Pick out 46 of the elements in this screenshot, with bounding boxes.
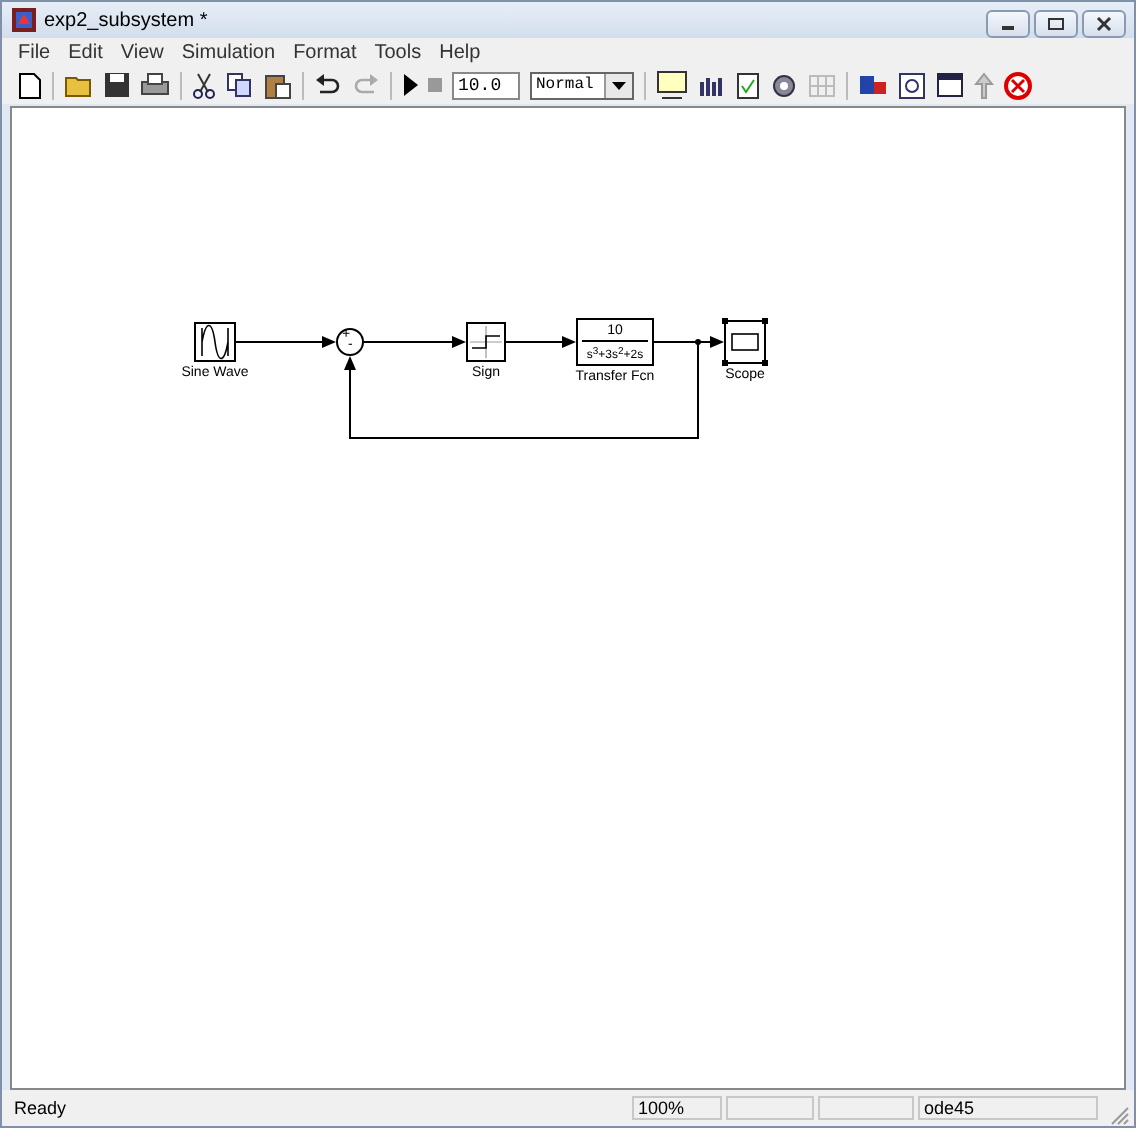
magnifier-icon[interactable] bbox=[898, 71, 926, 99]
menu-item[interactable]: View bbox=[120, 41, 164, 63]
scope-screen-icon bbox=[730, 330, 760, 354]
menu-item[interactable]: Tools bbox=[374, 41, 422, 63]
undo-icon[interactable] bbox=[314, 73, 342, 97]
menu-item[interactable]: Simulation bbox=[181, 41, 276, 63]
status-message: Ready bbox=[12, 1098, 69, 1118]
signal-arrow bbox=[505, 336, 576, 348]
status-field bbox=[726, 1096, 814, 1120]
signal-arrow bbox=[235, 336, 336, 348]
new-file-icon[interactable] bbox=[18, 71, 42, 99]
minimize-button[interactable] bbox=[986, 10, 1030, 38]
zoom-level: 100% bbox=[632, 1096, 722, 1120]
menu-item[interactable]: File bbox=[18, 41, 51, 63]
signal-arrow bbox=[363, 336, 466, 348]
maximize-icon bbox=[1048, 16, 1064, 32]
simulation-mode-dropdown[interactable]: Normal bbox=[530, 71, 634, 99]
sign-block[interactable] bbox=[466, 322, 506, 362]
save-icon[interactable] bbox=[104, 72, 130, 98]
play-icon[interactable] bbox=[402, 74, 418, 96]
close-icon bbox=[1096, 16, 1112, 32]
signal-arrow bbox=[653, 336, 724, 348]
folder-icon[interactable] bbox=[64, 72, 94, 98]
menu-item[interactable]: Edit bbox=[68, 41, 103, 63]
scope-block[interactable] bbox=[724, 320, 766, 364]
copy-icon[interactable] bbox=[226, 72, 254, 98]
menu-item[interactable]: Help bbox=[439, 41, 481, 63]
sine-wave-block[interactable] bbox=[194, 322, 236, 362]
resize-grip-icon[interactable] bbox=[1110, 1106, 1130, 1126]
bars-icon[interactable] bbox=[698, 72, 726, 98]
maximize-button[interactable] bbox=[1034, 10, 1078, 38]
close-button[interactable] bbox=[1082, 10, 1126, 38]
window-title: exp2_subsystem * bbox=[44, 9, 210, 31]
window-icon[interactable] bbox=[936, 72, 964, 98]
paste-icon[interactable] bbox=[264, 71, 292, 99]
solver-name: ode45 bbox=[918, 1096, 1098, 1120]
caret-icon bbox=[604, 73, 632, 97]
app-logo-icon bbox=[12, 8, 36, 32]
blocks-icon[interactable] bbox=[858, 71, 888, 99]
document-check-icon[interactable] bbox=[736, 71, 760, 99]
status-field bbox=[818, 1096, 914, 1120]
menu-item[interactable]: Format bbox=[293, 41, 357, 63]
stop-sign-icon[interactable] bbox=[1004, 71, 1032, 99]
stop-time-field[interactable]: 10.0 bbox=[452, 71, 520, 99]
scissors-icon[interactable] bbox=[192, 71, 216, 99]
print-icon[interactable] bbox=[140, 72, 170, 98]
